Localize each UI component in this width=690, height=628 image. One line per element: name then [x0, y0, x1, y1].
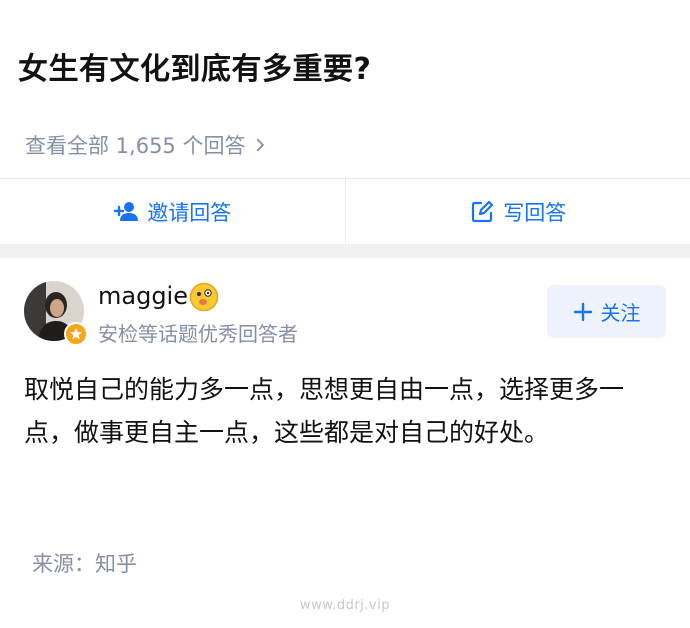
source-label: 来源：知乎: [32, 552, 137, 576]
chevron-right-icon: [257, 138, 265, 152]
emoji-icon: [189, 282, 219, 312]
star-badge-icon: [64, 322, 88, 346]
write-answer-label: 写回答: [503, 200, 567, 225]
action-bar: 邀请回答 写回答: [0, 178, 690, 244]
answer-text[interactable]: 取悦自己的能力多一点，思想更自由一点，选择更多一点，做事更自主一点，这些都是对自…: [24, 368, 664, 454]
write-answer-button[interactable]: 写回答: [344, 179, 690, 244]
plus-icon: [573, 302, 592, 321]
author-subtitle: 安检等话题优秀回答者: [98, 322, 298, 346]
follow-label: 关注: [600, 301, 641, 325]
view-all-answers-link[interactable]: 查看全部 1,655 个回答: [25, 130, 269, 160]
add-user-icon: [114, 201, 139, 221]
edit-icon: [472, 200, 494, 222]
invite-answer-label: 邀请回答: [147, 200, 232, 225]
author-name[interactable]: maggie: [98, 282, 188, 310]
view-all-label: 查看全部 1,655 个回答: [25, 134, 246, 158]
watermark: www.ddrj.vip: [300, 598, 390, 613]
question-title[interactable]: 女生有文化到底有多重要?: [18, 44, 371, 88]
invite-answer-button[interactable]: 邀请回答: [0, 179, 345, 244]
section-divider: [0, 244, 690, 258]
follow-button[interactable]: 关注: [547, 285, 666, 338]
